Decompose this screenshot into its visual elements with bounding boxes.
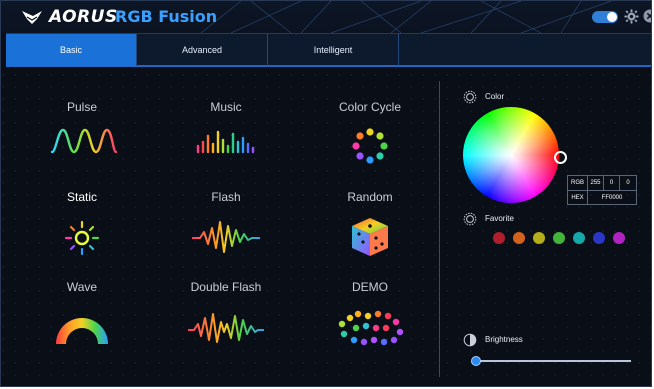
- aorus-eagle-icon: [22, 11, 42, 24]
- favorite-color-7[interactable]: [613, 232, 625, 244]
- effect-double-flash[interactable]: Double Flash: [153, 280, 299, 370]
- favorite-color-4[interactable]: [553, 232, 565, 244]
- effect-random[interactable]: Random: [297, 190, 443, 280]
- double-flash-wave-icon: [188, 313, 264, 343]
- random-dice-icon: [352, 218, 388, 256]
- hex-input[interactable]: FF0000: [588, 191, 636, 205]
- aorus-logo: AORUS: [21, 7, 118, 27]
- effect-label: DEMO: [352, 280, 388, 294]
- pulse-wave-icon: [50, 128, 118, 154]
- brightness-slider-handle[interactable]: [471, 356, 481, 366]
- effect-color-cycle[interactable]: Color Cycle: [297, 100, 443, 190]
- effect-label: Random: [347, 190, 393, 204]
- brightness-section-title: Brightness: [485, 335, 523, 344]
- tab-advanced[interactable]: Advanced: [137, 34, 268, 66]
- effect-label: Wave: [66, 280, 98, 294]
- music-bars-icon: [196, 130, 255, 154]
- effect-demo[interactable]: DEMO: [297, 280, 443, 370]
- flash-wave-icon: [192, 221, 260, 253]
- hex-label: HEX: [568, 191, 588, 205]
- rgb-g-input[interactable]: 0: [604, 176, 620, 190]
- hex-row: HEX FF0000: [568, 191, 636, 206]
- effect-flash[interactable]: Flash: [153, 190, 299, 280]
- favorite-section-title: Favorite: [485, 214, 514, 223]
- favorite-color-6[interactable]: [593, 232, 605, 244]
- effect-label: Pulse: [66, 100, 98, 114]
- rgb-fusion-window: AORUS RGB Fusion Basic Advanced Intellig…: [0, 0, 652, 387]
- tab-bar: Basic Advanced Intelligent: [6, 33, 651, 67]
- effect-label: Color Cycle: [338, 100, 401, 114]
- brightness-icon: [463, 333, 477, 347]
- tab-intelligent[interactable]: Intelligent: [268, 34, 399, 66]
- effect-music[interactable]: Music: [153, 100, 299, 190]
- tab-basic[interactable]: Basic: [6, 34, 137, 66]
- favorite-color-1[interactable]: [493, 232, 505, 244]
- wave-rainbow-arc-icon: [56, 318, 108, 344]
- close-icon[interactable]: [643, 9, 652, 23]
- gear-icon[interactable]: [624, 9, 639, 24]
- color-wheel[interactable]: [463, 107, 559, 203]
- rgb-b-input[interactable]: 0: [620, 176, 636, 190]
- title-bar: AORUS RGB Fusion: [1, 1, 652, 33]
- panel-divider: [439, 81, 440, 377]
- color-wheel-cursor[interactable]: [554, 151, 567, 164]
- favorite-color-2[interactable]: [513, 232, 525, 244]
- favorite-section-icon: [463, 212, 477, 226]
- color-cycle-dots-icon: [352, 128, 388, 164]
- favorite-color-3[interactable]: [533, 232, 545, 244]
- rgb-r-input[interactable]: 255: [588, 176, 604, 190]
- toggle-knob: [607, 12, 617, 22]
- rgb-row: RGB 255 0 0: [568, 176, 636, 191]
- color-value-table: RGB 255 0 0 HEX FF0000: [567, 175, 637, 205]
- effect-pulse[interactable]: Pulse: [9, 100, 155, 190]
- effect-label: Static: [66, 190, 97, 204]
- power-toggle-switch[interactable]: [592, 11, 618, 23]
- color-section-icon: [463, 90, 477, 104]
- effect-label: Flash: [211, 190, 241, 204]
- color-section-title: Color: [485, 92, 505, 101]
- brightness-slider-track[interactable]: [473, 360, 631, 362]
- effect-label: Double Flash: [190, 280, 262, 294]
- rgb-label: RGB: [568, 176, 588, 190]
- effect-wave[interactable]: Wave: [9, 280, 155, 370]
- effect-label: Music: [210, 100, 242, 114]
- static-sun-icon: [64, 220, 100, 256]
- effects-panel: Pulse Music Color Cycle Static Flash Ran…: [1, 67, 439, 377]
- app-title: RGB Fusion: [115, 7, 218, 26]
- brand-name: AORUS: [49, 7, 118, 27]
- effect-static[interactable]: Static: [9, 190, 155, 280]
- demo-dots-icon: [338, 310, 404, 346]
- favorite-color-5[interactable]: [573, 232, 585, 244]
